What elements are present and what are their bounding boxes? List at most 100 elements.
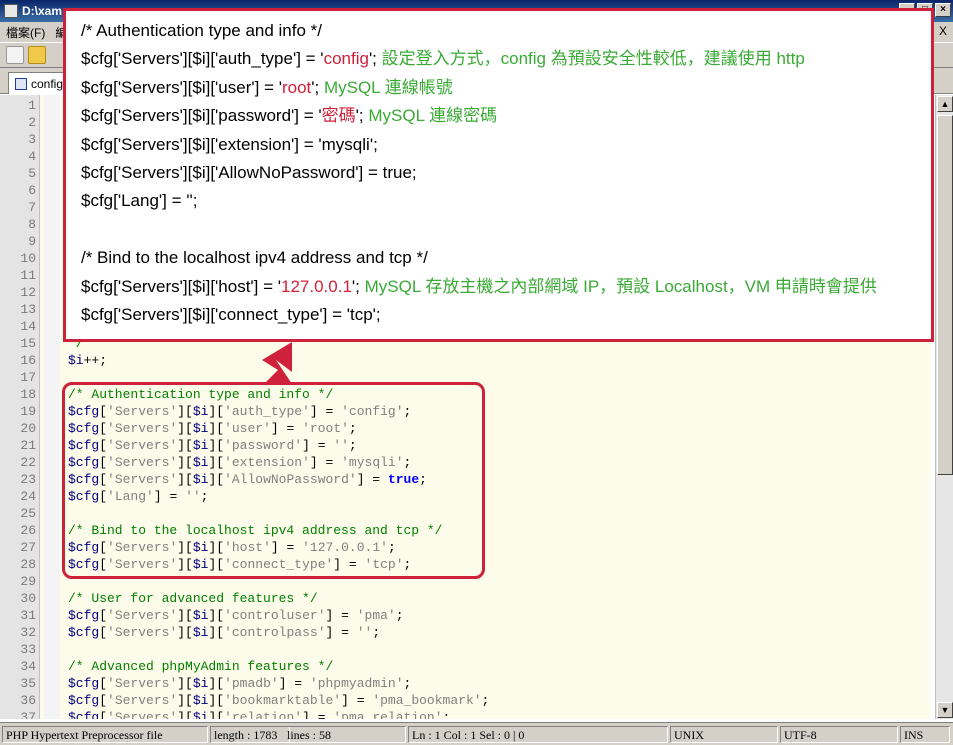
status-lines: lines : 58 — [284, 726, 406, 743]
code-token: 'pmadb' — [224, 676, 279, 691]
code-token: ][ — [208, 693, 225, 708]
callout-value: config — [323, 49, 369, 69]
vertical-scrollbar[interactable]: ▲ ▼ — [935, 95, 953, 719]
code-line[interactable]: 31 $cfg['Servers'][$i]['controluser'] = '… — [0, 607, 930, 624]
app-icon — [4, 4, 18, 18]
scroll-down-button[interactable]: ▼ — [937, 702, 953, 718]
code-token: ; — [442, 710, 451, 719]
code-line[interactable]: 32 $cfg['Servers'][$i]['controlpass'] = '… — [0, 624, 930, 641]
line-number: 5 — [28, 166, 36, 181]
code-token: ][ — [208, 625, 225, 640]
callout-code: '; — [355, 106, 369, 126]
window-title: D:\xam — [22, 4, 63, 18]
callout-note: MySQL 連線密碼 — [368, 106, 498, 126]
line-code: /* Advanced phpMyAdmin features */ — [68, 658, 333, 675]
line-number: 21 — [20, 438, 36, 453]
code-token: 'Servers' — [107, 625, 178, 640]
code-token: [ — [99, 625, 108, 640]
line-code: $cfg['Servers'][$i]['bookmarktable'] = '… — [68, 692, 489, 709]
callout-code: '; — [368, 49, 382, 69]
callout-note: 設定登入方式，config 為預設安全性較低，建議使用 http — [381, 49, 805, 69]
line-number: 9 — [28, 234, 36, 249]
line-number: 7 — [28, 200, 36, 215]
code-token: $i — [192, 625, 209, 640]
code-line[interactable]: 34 /* Advanced phpMyAdmin features */ — [0, 658, 930, 675]
line-number: 10 — [20, 251, 36, 266]
line-code: $cfg['Servers'][$i]['pmadb'] = 'phpmyadm… — [68, 675, 411, 692]
callout-code: $cfg['Servers'][$i]['AllowNoPassword'] =… — [81, 163, 417, 182]
code-token: ][ — [208, 608, 225, 623]
code-token: ] = — [278, 676, 310, 691]
callout-line: $cfg['Servers'][$i]['auth_type'] = 'conf… — [81, 47, 805, 71]
line-number: 2 — [28, 115, 36, 130]
code-token: ; — [403, 676, 412, 691]
callout-code: $cfg['Servers'][$i]['extension'] = 'mysq… — [81, 134, 378, 154]
code-line[interactable]: 36 $cfg['Servers'][$i]['bookmarktable'] =… — [0, 692, 930, 709]
callout-value: root — [281, 77, 312, 97]
callout-code: $cfg['Servers'][$i]['connect_type'] = 't… — [81, 305, 381, 324]
code-line[interactable]: 37 $cfg['Servers'][$i]['relation'] = 'pma… — [0, 709, 930, 719]
code-token: $cfg — [68, 608, 100, 623]
code-token: 'phpmyadmin' — [309, 676, 404, 691]
line-number: 6 — [28, 183, 36, 198]
scroll-thumb[interactable] — [937, 115, 953, 475]
code-token: $i — [192, 693, 209, 708]
callout-line: /* Bind to the localhost ipv4 address an… — [81, 246, 428, 270]
line-number: 26 — [20, 523, 36, 538]
code-token: ] = — [302, 710, 334, 719]
line-number: 24 — [20, 489, 36, 504]
status-bar: PHP Hypertext Preprocessor file length :… — [0, 722, 953, 745]
code-line[interactable]: 33 — [0, 641, 930, 658]
menu-close-button[interactable]: X — [939, 24, 947, 38]
code-token: 'Servers' — [107, 608, 178, 623]
callout-code: '; — [351, 276, 365, 296]
code-token: ][ — [177, 625, 193, 640]
line-number: 13 — [20, 302, 36, 317]
callout-line: $cfg['Servers'][$i]['user'] = 'root'; My… — [81, 76, 453, 100]
line-number: 35 — [20, 676, 36, 691]
callout-code: /* Bind to the localhost ipv4 address an… — [81, 248, 428, 268]
menu-file[interactable]: 檔案(F) — [6, 24, 45, 41]
code-token: $i — [192, 710, 209, 719]
code-token: 'pma_relation' — [333, 710, 443, 719]
code-line[interactable]: 16 $i++; — [0, 352, 930, 369]
code-token: ; — [372, 625, 381, 640]
code-token: ][ — [208, 710, 225, 719]
open-file-icon[interactable] — [28, 46, 46, 64]
callout-note: MySQL 連線帳號 — [323, 77, 453, 97]
code-token: 'Servers' — [107, 693, 178, 708]
code-token: $cfg — [68, 710, 100, 719]
new-file-icon[interactable] — [6, 46, 24, 64]
callout-value: 密碼 — [321, 106, 356, 126]
file-icon — [15, 77, 27, 90]
code-token: ] = — [325, 608, 357, 623]
code-token: [ — [99, 608, 108, 623]
scroll-up-button[interactable]: ▲ — [937, 96, 953, 112]
line-number: 25 — [20, 506, 36, 521]
line-code: $cfg['Servers'][$i]['controluser'] = 'pm… — [68, 607, 404, 624]
status-length: length : 1783 — [210, 726, 290, 743]
callout-value: 127.0.0.1 — [281, 276, 352, 296]
status-position: Ln : 1 Col : 1 Sel : 0 | 0 — [408, 726, 668, 743]
code-token: ][ — [177, 710, 193, 719]
line-number: 34 — [20, 659, 36, 674]
line-number: 17 — [20, 370, 36, 385]
code-token: $cfg — [68, 625, 100, 640]
code-highlight-box — [62, 382, 485, 579]
code-token: $cfg — [68, 693, 100, 708]
code-token: 'bookmarktable' — [224, 693, 342, 708]
line-code: /* User for advanced features */ — [68, 590, 318, 607]
code-token: 'pma_bookmark' — [372, 693, 482, 708]
callout-line: $cfg['Servers'][$i]['password'] = '密碼'; … — [81, 104, 497, 128]
code-token: $i — [192, 608, 209, 623]
code-line[interactable]: 35 $cfg['Servers'][$i]['pmadb'] = 'phpmya… — [0, 675, 930, 692]
code-token: /* User for advanced features */ — [68, 591, 318, 606]
callout-code: $cfg['Servers'][$i]['auth_type'] = ' — [81, 49, 324, 69]
close-window-button[interactable]: × — [935, 3, 951, 17]
status-language: PHP Hypertext Preprocessor file — [2, 726, 208, 743]
code-token: $i — [68, 353, 84, 368]
code-line[interactable]: 30 /* User for advanced features */ — [0, 590, 930, 607]
line-number: 29 — [20, 574, 36, 589]
callout-line: /* Authentication type and info */ — [81, 19, 322, 43]
annotation-callout: /* Authentication type and info */ $cfg['… — [63, 8, 934, 342]
